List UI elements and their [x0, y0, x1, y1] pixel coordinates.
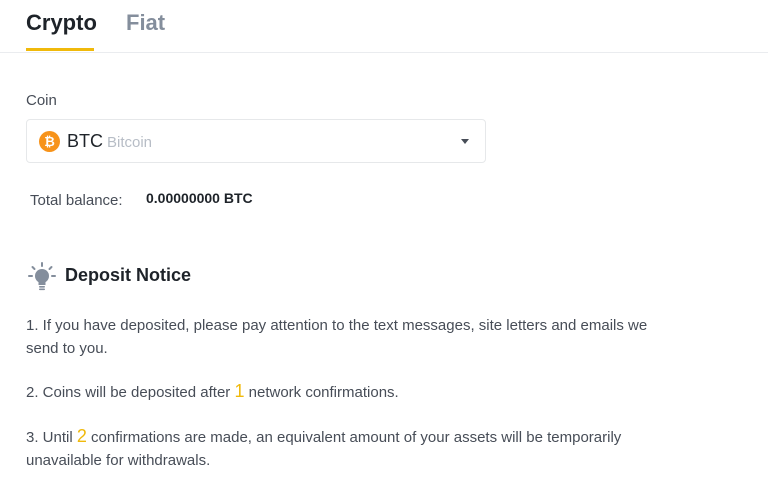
- deposit-notice-title: Deposit Notice: [65, 265, 192, 285]
- confirmations-count-deposit: 1: [234, 381, 245, 401]
- tab-crypto[interactable]: Crypto: [26, 10, 97, 36]
- notice-item-3-prefix: 3. Until: [26, 429, 73, 446]
- tab-fiat[interactable]: Fiat: [126, 10, 165, 36]
- lightbulb-icon: [28, 262, 56, 291]
- bitcoin-icon: ₿: [39, 131, 60, 152]
- coin-name: Bitcoin: [107, 134, 153, 151]
- notice-item-1: 1. If you have deposited, please pay att…: [26, 317, 648, 357]
- coin-select[interactable]: ₿ BTC Bitcoin: [26, 119, 486, 163]
- chevron-down-icon: [461, 139, 469, 144]
- tab-bar: Crypto Fiat: [0, 0, 768, 53]
- notice-item-2-prefix: 2. Coins will be deposited after: [26, 384, 231, 401]
- total-balance-label: Total balance:: [30, 192, 123, 209]
- notice-item-3-suffix: confirmations are made, an equivalent am…: [26, 429, 622, 469]
- coin-symbol: BTC: [67, 131, 103, 151]
- notice-item-2: 2. Coins will be deposited after 1 netwo…: [26, 380, 666, 404]
- confirmations-count-withdraw: 2: [76, 426, 87, 446]
- notice-item-3: 3. Until 2 confirmations are made, an eq…: [26, 425, 666, 472]
- active-tab-indicator: [26, 48, 94, 51]
- notice-item-2-suffix: network confirmations.: [248, 384, 399, 401]
- total-balance-value: 0.00000000 BTC: [146, 190, 253, 206]
- coin-label: Coin: [26, 92, 57, 109]
